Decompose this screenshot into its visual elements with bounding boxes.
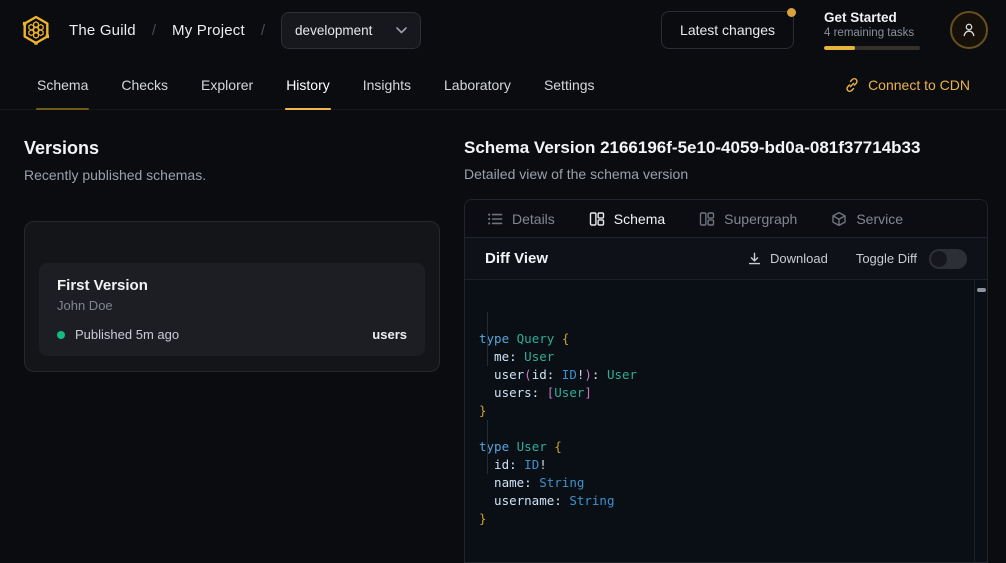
hive-logo[interactable] <box>18 12 54 48</box>
schema-version-panel: Schema Version 2166196f-5e10-4059-bd0a-0… <box>464 110 1006 563</box>
tab-insights[interactable]: Insights <box>362 60 412 109</box>
code-lines: type Query { me: User user(id: ID!): Use… <box>479 330 961 528</box>
download-label: Download <box>770 251 828 266</box>
download-icon <box>747 251 762 266</box>
target-selector-value: development <box>295 23 372 38</box>
tab-checks[interactable]: Checks <box>120 60 169 109</box>
versions-title: Versions <box>24 138 440 159</box>
schema-code-viewer[interactable]: type Query { me: User user(id: ID!): Use… <box>465 280 987 562</box>
detail-tab-service[interactable]: Service <box>831 211 903 227</box>
toggle-diff-label: Toggle Diff <box>856 251 917 266</box>
published-dot-icon <box>57 331 65 339</box>
breadcrumb-org[interactable]: The Guild <box>69 22 136 39</box>
service-badge: users <box>372 327 407 342</box>
get-started-progress-track <box>824 46 920 50</box>
toggle-diff-switch[interactable] <box>929 249 967 269</box>
code-scrollbar[interactable] <box>974 280 987 562</box>
header-right: Latest changes Get Started 4 remaining t… <box>661 10 988 50</box>
app-header: The Guild / My Project / development Lat… <box>0 0 1006 60</box>
diff-view-title: Diff View <box>485 250 548 267</box>
version-detail-card: Details Schema Supergr <box>464 199 988 563</box>
versions-panel: Versions Recently published schemas. Fir… <box>0 110 464 563</box>
target-selector[interactable]: development <box>281 12 421 49</box>
diff-view-actions: Download Toggle Diff <box>747 249 967 269</box>
tab-settings[interactable]: Settings <box>543 60 596 109</box>
tab-laboratory[interactable]: Laboratory <box>443 60 512 109</box>
indent-guide <box>487 420 488 474</box>
version-status: Published 5m ago <box>75 327 179 342</box>
columns-icon <box>699 211 715 227</box>
user-avatar[interactable] <box>950 11 988 49</box>
version-name: First Version <box>57 277 407 294</box>
get-started-subtitle: 4 remaining tasks <box>824 27 920 39</box>
version-author: John Doe <box>57 298 407 313</box>
tab-explorer[interactable]: Explorer <box>200 60 254 109</box>
chevron-down-icon <box>396 27 407 34</box>
tab-history[interactable]: History <box>285 60 331 109</box>
link-icon <box>844 77 860 93</box>
version-list-item[interactable]: First Version John Doe Published 5m ago … <box>39 263 425 356</box>
primary-nav: Schema Checks Explorer History Insights … <box>0 60 1006 110</box>
versions-list-card: First Version John Doe Published 5m ago … <box>24 221 440 372</box>
notification-dot <box>787 8 796 17</box>
code-scrollbar-thumb[interactable] <box>977 288 986 292</box>
schema-version-subtitle: Detailed view of the schema version <box>464 166 988 182</box>
detail-tab-supergraph[interactable]: Supergraph <box>699 211 797 227</box>
connect-to-cdn-link[interactable]: Connect to CDN <box>844 60 970 109</box>
detail-tab-bar: Details Schema Supergr <box>465 200 987 238</box>
diff-view-header: Diff View Download Toggle Diff <box>465 238 987 280</box>
indent-guide <box>487 312 488 366</box>
main-content: Versions Recently published schemas. Fir… <box>0 110 1006 563</box>
get-started-widget[interactable]: Get Started 4 remaining tasks <box>824 10 920 50</box>
toggle-diff-control: Toggle Diff <box>856 249 967 269</box>
version-status-row: Published 5m ago users <box>57 327 407 342</box>
breadcrumb-separator: / <box>261 22 265 39</box>
toggle-knob <box>931 251 947 267</box>
person-icon <box>961 22 977 38</box>
schema-version-title: Schema Version 2166196f-5e10-4059-bd0a-0… <box>464 138 988 158</box>
tab-schema[interactable]: Schema <box>36 60 89 109</box>
breadcrumb-project[interactable]: My Project <box>172 22 245 39</box>
download-button[interactable]: Download <box>747 251 828 266</box>
detail-tab-details[interactable]: Details <box>487 211 555 227</box>
versions-subtitle: Recently published schemas. <box>24 167 440 183</box>
get-started-title: Get Started <box>824 10 920 25</box>
columns-icon <box>589 211 605 227</box>
breadcrumb-separator: / <box>152 22 156 39</box>
breadcrumb: The Guild / My Project / development <box>69 12 421 49</box>
connect-to-cdn-label: Connect to CDN <box>868 77 970 93</box>
hive-logo-icon <box>19 13 53 47</box>
latest-changes-label: Latest changes <box>680 22 775 38</box>
list-icon <box>487 211 503 227</box>
latest-changes-button[interactable]: Latest changes <box>661 11 794 49</box>
cube-icon <box>831 211 847 227</box>
progress-fill <box>824 46 855 50</box>
detail-tab-schema[interactable]: Schema <box>589 211 665 227</box>
